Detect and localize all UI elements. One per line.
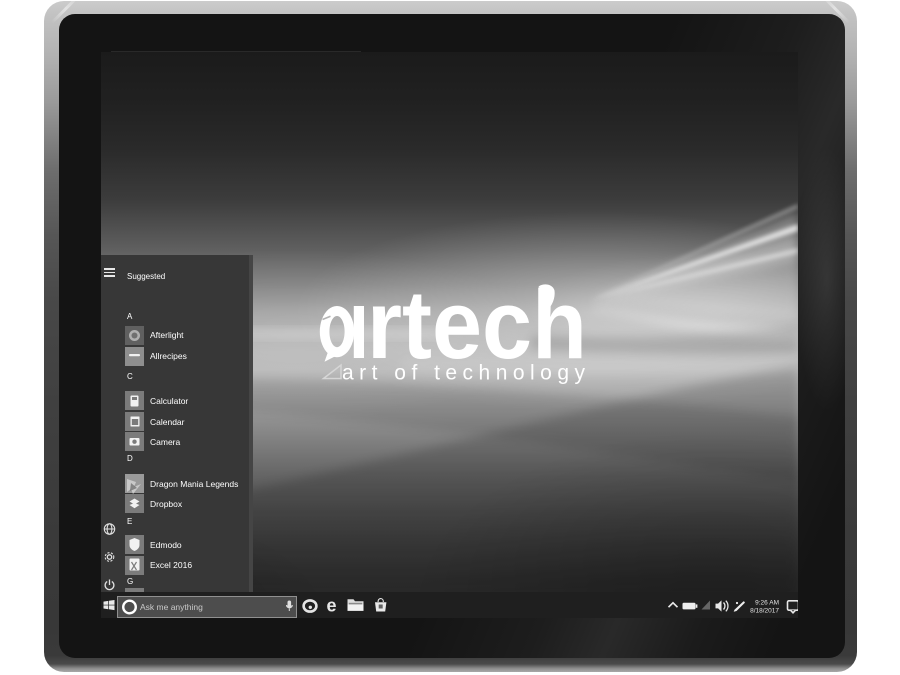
svg-text:Ask me anything: Ask me anything <box>140 602 203 612</box>
svg-text:8/18/2017: 8/18/2017 <box>750 608 779 615</box>
svg-text:9:26 AM: 9:26 AM <box>755 600 779 607</box>
svg-text:e: e <box>327 596 337 616</box>
